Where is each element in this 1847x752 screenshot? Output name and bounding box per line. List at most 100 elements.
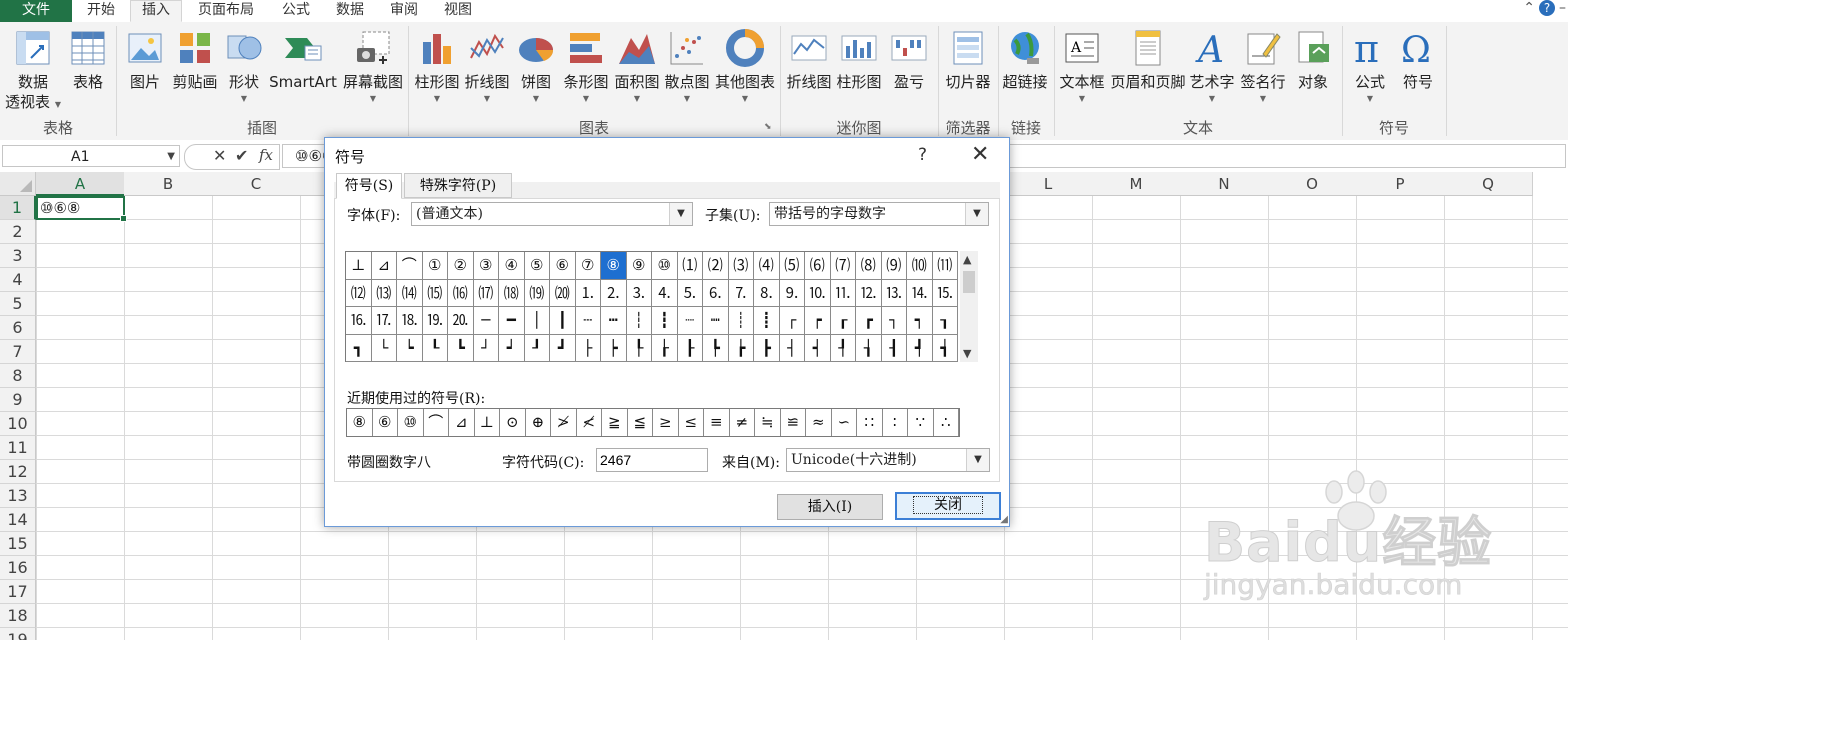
row-header[interactable]: 19 (0, 628, 36, 640)
recent-symbol-cell[interactable]: ⑥ (373, 409, 398, 436)
recent-symbol-cell[interactable]: ≯ (551, 409, 577, 436)
symbol-cell[interactable]: ┩ (907, 334, 933, 362)
recent-symbol-cell[interactable]: ∶ (883, 409, 908, 436)
insert-function-icon[interactable]: fx (259, 146, 273, 164)
symbol-cell[interactable]: ┕ (397, 334, 423, 362)
symbol-cell[interactable]: ② (448, 252, 474, 280)
symbol-cell[interactable]: ⒈ (575, 279, 601, 307)
symbol-cell[interactable]: ⑾ (932, 252, 958, 280)
tab-data[interactable]: 数据 (326, 0, 374, 22)
symbol-cell[interactable]: ⑨ (626, 252, 652, 280)
area-chart-button[interactable]: 面积图 ▼ (612, 24, 662, 120)
symbol-cell[interactable]: ⑥ (550, 252, 576, 280)
symbol-cell[interactable]: ⒆ (524, 279, 550, 307)
help-icon[interactable]: ? (918, 145, 927, 165)
symbol-cell[interactable]: ⒊ (626, 279, 652, 307)
row-header[interactable]: 2 (0, 220, 36, 244)
symbol-cell[interactable]: ⊿ (371, 252, 397, 280)
symbol-cell[interactable]: ⒒ (830, 279, 856, 307)
recent-symbol-cell[interactable]: ≮ (577, 409, 602, 436)
symbol-cell[interactable]: ┤ (779, 334, 805, 362)
slicer-button[interactable]: 切片器 (940, 24, 996, 120)
column-header[interactable]: L (1004, 172, 1093, 196)
symbol-cell[interactable]: ├ (575, 334, 601, 362)
symbol-cell[interactable]: ⒉ (601, 279, 627, 307)
symbol-cell[interactable]: ⒖ (932, 279, 958, 307)
symbol-cell[interactable]: ┇ (652, 307, 678, 335)
scrollbar-thumb[interactable] (963, 271, 975, 293)
scroll-up-icon[interactable]: ▲ (963, 253, 971, 266)
symbol-cell[interactable]: ┨ (881, 334, 907, 362)
symbol-cell[interactable]: ⑩ (652, 252, 678, 280)
symbol-cell[interactable]: ┦ (830, 334, 856, 362)
from-select[interactable]: Unicode(十六进制) ▼ (786, 448, 990, 472)
tab-view[interactable]: 视图 (434, 0, 482, 22)
sparkline-winloss-button[interactable]: 盈亏 (886, 24, 932, 120)
symbol-cell[interactable]: ⑹ (805, 252, 831, 280)
column-header[interactable]: C (212, 172, 301, 196)
row-header[interactable]: 16 (0, 556, 36, 580)
recent-symbol-cell[interactable]: ⊿ (449, 409, 475, 436)
symbol-grid[interactable]: ⊥ ⊿ ⌒ ① ② ③ ④ ⑤ ⑥ ⑦ ⑧ ⑨ ⑩ ⑴ ⑵ ⑶ ⑷ ⑸ ⑹ ⑺ ⑻ ⑼ ⑽ ⑾ ⑿ ⒀ ⒁ ⒂ ⒃ ⒄ ⒅ ⒆ ⒇ ⒈ ⒉ ⒊ ⒋ ⒌ ⒍ ⒎… (345, 251, 958, 362)
recent-symbol-cell[interactable]: ≧ (602, 409, 628, 436)
symbol-cell[interactable]: └ (371, 334, 397, 362)
pivottable-button[interactable]: 数据 透视表 ▼ (2, 24, 64, 120)
recent-symbol-cell[interactable]: ⊕ (526, 409, 551, 436)
select-all-corner[interactable] (0, 172, 36, 196)
column-chart-button[interactable]: 柱形图 ▼ (412, 24, 462, 120)
recent-symbol-cell[interactable]: ≌ (781, 409, 806, 436)
symbol-cell[interactable]: ┟ (652, 334, 678, 362)
symbol-cell[interactable]: │ (524, 307, 550, 335)
sparkline-line-button[interactable]: 折线图 (784, 24, 834, 120)
recent-symbol-cell[interactable]: ⑧ (347, 409, 373, 436)
symbol-cell[interactable]: ⊥ (346, 252, 372, 280)
textbox-button[interactable]: A 文本框 ▼ (1056, 24, 1108, 120)
chevron-down-icon[interactable]: ▼ (669, 203, 692, 225)
symbol-cell[interactable]: ⒓ (856, 279, 882, 307)
symbol-cell[interactable]: ⒂ (422, 279, 448, 307)
row-header[interactable]: 4 (0, 268, 36, 292)
name-box[interactable]: A1 ▼ (2, 145, 180, 167)
symbol-cell[interactable]: ⒀ (371, 279, 397, 307)
symbol-cell[interactable]: ┞ (626, 334, 652, 362)
row-header[interactable]: 14 (0, 508, 36, 532)
chevron-down-icon[interactable]: ▼ (167, 146, 175, 168)
tab-special-characters[interactable]: 特殊字符(P) (404, 173, 512, 198)
chevron-down-icon[interactable]: ▼ (966, 449, 989, 471)
row-header[interactable]: 1 (0, 196, 36, 220)
tab-file[interactable]: 文件 (0, 0, 72, 22)
symbol-cell[interactable]: ⒃ (448, 279, 474, 307)
symbol-cell[interactable]: ⒔ (881, 279, 907, 307)
symbol-cell[interactable]: ┘ (473, 334, 499, 362)
symbol-cell[interactable]: ┆ (626, 307, 652, 335)
tab-home[interactable]: 开始 (76, 0, 126, 22)
recent-symbol-cell[interactable]: ≥ (653, 409, 679, 436)
symbol-cell[interactable]: ┅ (601, 307, 627, 335)
picture-button[interactable]: 图片 (122, 24, 168, 120)
recent-symbol-cell[interactable]: ∴ (934, 409, 959, 436)
cancel-icon[interactable]: ✕ (213, 146, 226, 165)
tab-review[interactable]: 审阅 (380, 0, 428, 22)
column-header[interactable]: A (36, 172, 125, 196)
symbol-cell[interactable]: ┧ (856, 334, 882, 362)
symbol-cell[interactable]: ① (422, 252, 448, 280)
symbol-cell[interactable]: ┋ (754, 307, 780, 335)
resize-grip-icon[interactable]: ◢ (1000, 514, 1008, 525)
other-charts-button[interactable]: 其他图表 ▼ (712, 24, 778, 120)
symbol-cell[interactable]: ┃ (550, 307, 576, 335)
row-header[interactable]: 18 (0, 604, 36, 628)
symbol-cell[interactable]: ⒋ (652, 279, 678, 307)
symbol-grid-scrollbar[interactable]: ▲ ▼ (960, 251, 978, 362)
symbol-cell[interactable]: ⒏ (754, 279, 780, 307)
row-header[interactable]: 6 (0, 316, 36, 340)
column-header[interactable]: B (124, 172, 213, 196)
line-chart-button[interactable]: 折线图 ▼ (462, 24, 512, 120)
row-header[interactable]: 3 (0, 244, 36, 268)
help-icon[interactable]: ? (1539, 0, 1555, 16)
symbol-cell[interactable]: ┗ (448, 334, 474, 362)
recent-symbol-cell[interactable]: ⌒ (424, 409, 449, 436)
recent-symbol-cell[interactable]: ∵ (908, 409, 934, 436)
sparkline-column-button[interactable]: 柱形图 (834, 24, 884, 120)
symbol-cell[interactable]: ⒇ (550, 279, 576, 307)
column-header[interactable]: P (1356, 172, 1445, 196)
